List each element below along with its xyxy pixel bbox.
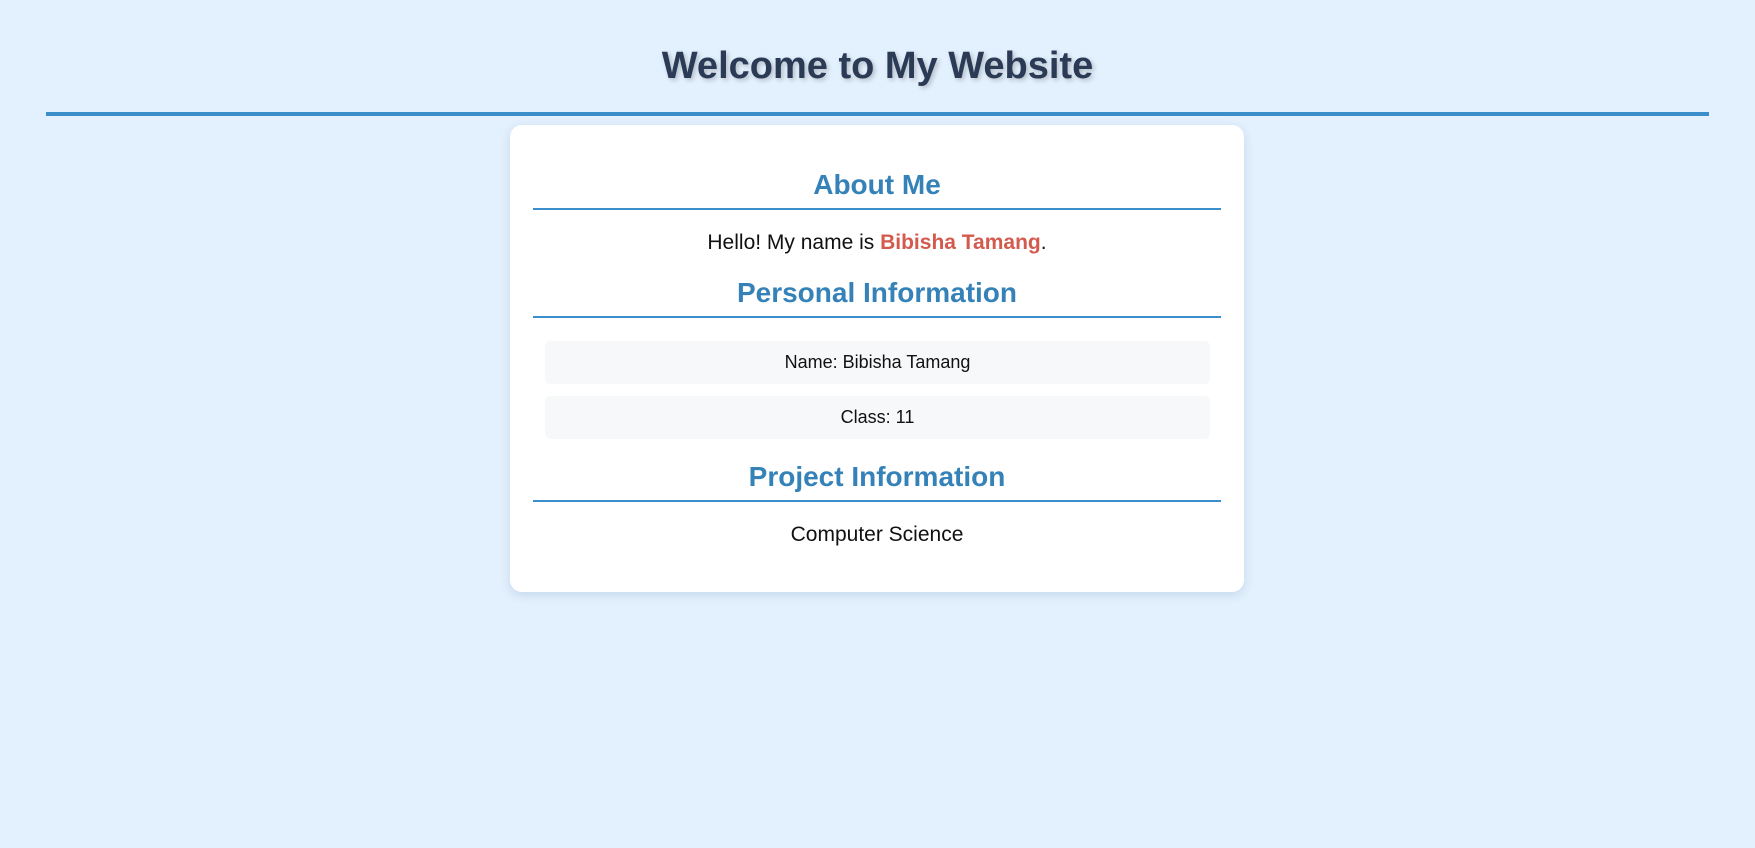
personal-info-heading: Personal Information: [533, 277, 1221, 318]
project-text: Computer Science: [790, 523, 964, 546]
page-header: Welcome to My Website: [46, 0, 1709, 116]
about-intro-suffix: .: [1040, 231, 1047, 254]
highlighted-name: Bibisha Tamang: [880, 231, 1041, 254]
about-intro-prefix: Hello! My name is: [707, 231, 881, 254]
about-intro: Hello! My name is Bibisha Tamang.: [533, 230, 1221, 256]
info-item-name: Name: Bibisha Tamang: [545, 341, 1210, 384]
about-heading: About Me: [533, 169, 1221, 210]
info-item-class: Class: 11: [545, 396, 1210, 439]
project-info-heading: Project Information: [533, 461, 1221, 502]
content-card: About Me Hello! My name is Bibisha Taman…: [510, 125, 1244, 592]
page-title: Welcome to My Website: [661, 45, 1094, 87]
